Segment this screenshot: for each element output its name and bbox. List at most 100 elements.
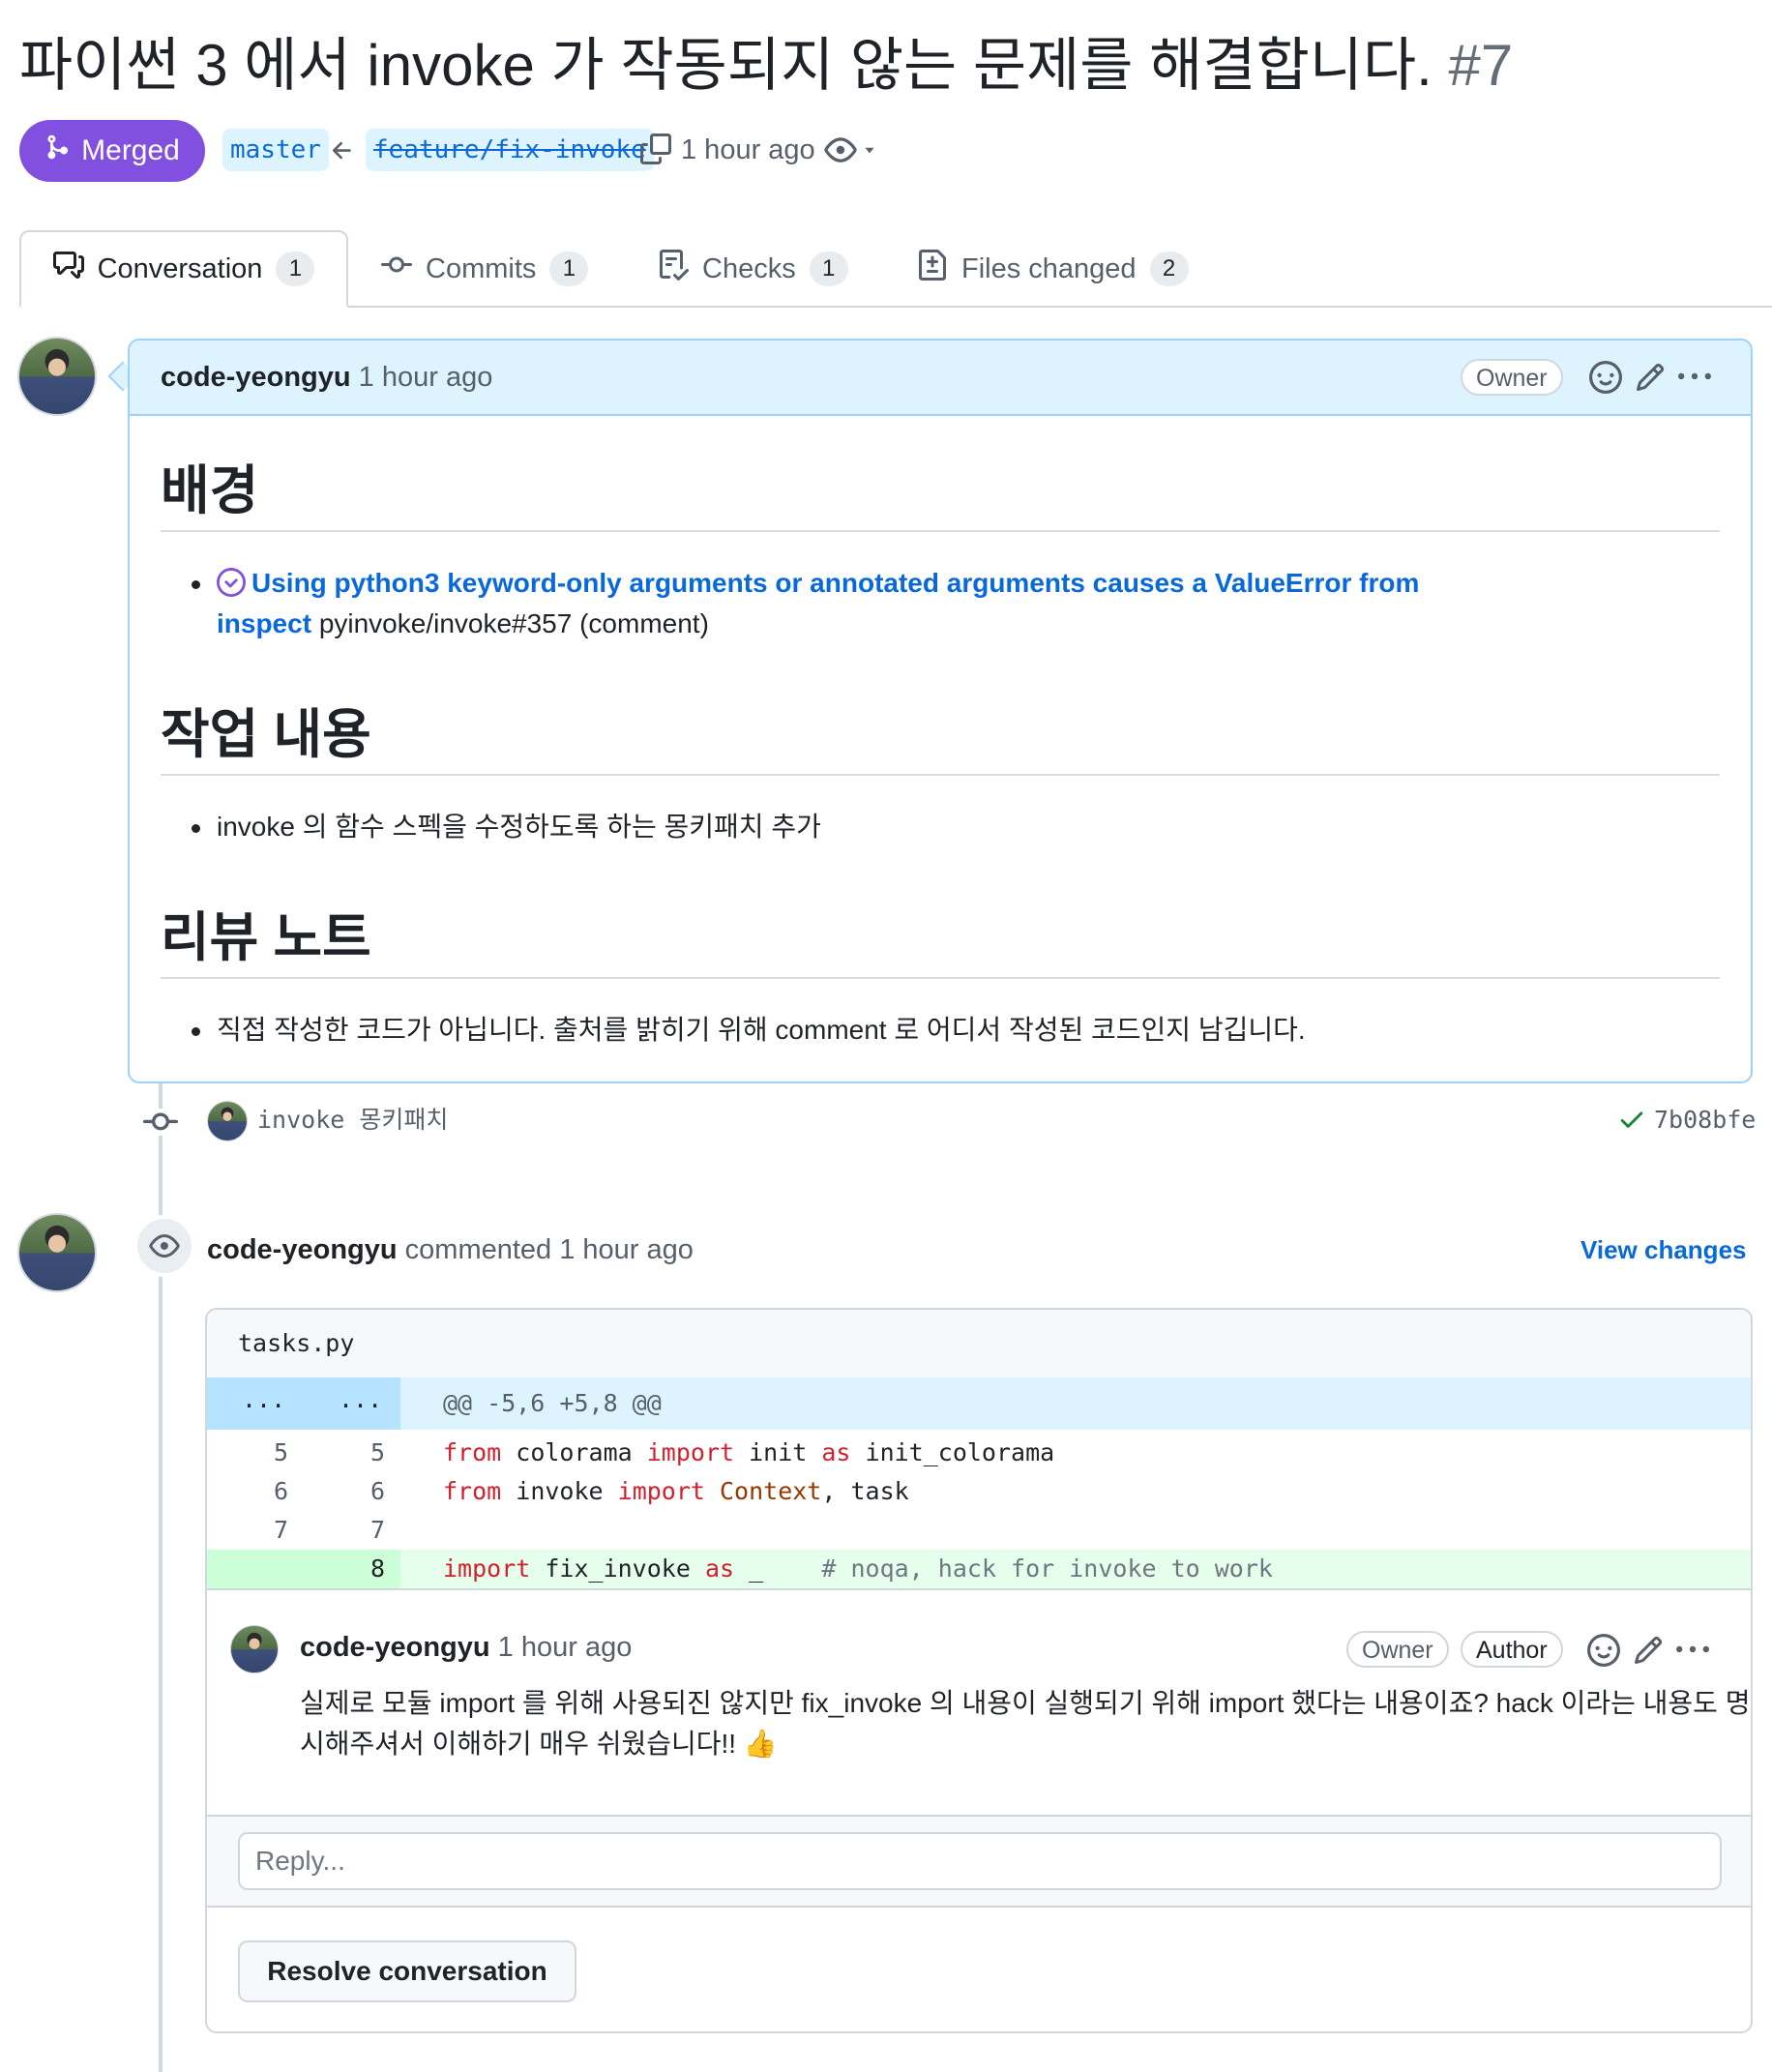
review-event-icon: [133, 1215, 195, 1277]
hunk-header: ... ... @@ -5,6 +5,8 @@: [207, 1377, 1751, 1430]
tab-files-changed-label: Files changed: [961, 252, 1137, 284]
code-token: invoke: [501, 1477, 618, 1505]
tab-commits-count: 1: [549, 252, 589, 286]
code-token: init_colorama: [850, 1438, 1055, 1466]
base-branch[interactable]: master: [222, 129, 329, 171]
code-text: import fix_invoke as _ # noqa, hack for …: [443, 1550, 1273, 1588]
code-text: from colorama import init as init_colora…: [443, 1434, 1054, 1472]
tab-files-changed[interactable]: Files changed 2: [917, 230, 1189, 308]
checklist-icon: [658, 250, 690, 288]
pencil-icon[interactable]: [1631, 358, 1669, 397]
resolve-conversation-button[interactable]: Resolve conversation: [238, 1940, 576, 2002]
comment-time[interactable]: 1 hour ago: [359, 362, 493, 393]
hunk-range: @@ -5,6 +5,8 @@: [443, 1389, 662, 1417]
line-number-new[interactable]: 7: [304, 1511, 385, 1550]
diff-line-added: 8 import fix_invoke as _ # noqa, hack fo…: [207, 1550, 1751, 1588]
code-token: as: [704, 1554, 735, 1583]
pr-number: #7: [1448, 33, 1514, 98]
pencil-icon[interactable]: [1629, 1631, 1668, 1670]
reply-time[interactable]: 1 hour ago: [498, 1632, 633, 1663]
issue-ref[interactable]: pyinvoke/invoke#357 (comment): [319, 608, 709, 638]
tab-conversation-count: 1: [276, 252, 315, 286]
comment-meta: code-yeongyu 1 hour ago: [161, 340, 492, 414]
divider: [207, 1906, 1751, 1908]
hunk-expand-old[interactable]: ...: [242, 1385, 285, 1413]
tab-commits-label: Commits: [426, 252, 537, 284]
heading-work: 작업 내용: [161, 704, 371, 764]
reply-body: 실제로 모듈 import 를 위해 사용되진 않지만 fix_invoke 의…: [300, 1683, 1750, 1764]
comment-header: code-yeongyu 1 hour ago Owner: [130, 340, 1751, 416]
issue-link[interactable]: Using python3 keyword-only arguments or …: [251, 568, 1419, 598]
commit-author-avatar[interactable]: [207, 1101, 248, 1141]
comment-author[interactable]: code-yeongyu: [161, 362, 351, 393]
code-token: import: [617, 1477, 705, 1505]
pr-description-comment: code-yeongyu 1 hour ago Owner 배경 Using p…: [128, 339, 1753, 1083]
bullet: [192, 580, 200, 589]
merged-status-badge: Merged: [19, 120, 205, 182]
issue-reference: Using python3 keyword-only arguments or …: [217, 563, 1697, 608]
review-note-item: 직접 작성한 코드가 아닙니다. 출처를 밝히기 위해 comment 로 어디…: [217, 1015, 1306, 1045]
line-number-new[interactable]: 6: [304, 1472, 385, 1511]
review-meta: code-yeongyu commented 1 hour ago: [207, 1230, 694, 1269]
tab-checks[interactable]: Checks 1: [658, 230, 848, 308]
reviewer-avatar[interactable]: [17, 1213, 97, 1292]
file-header: tasks.py: [207, 1310, 1751, 1379]
tab-commits[interactable]: Commits 1: [381, 230, 589, 308]
code-text: from invoke import Context, task: [443, 1472, 909, 1511]
divider: [161, 774, 1720, 776]
line-number-new[interactable]: 8: [304, 1550, 385, 1588]
commit-sha[interactable]: 7b08bfe: [1654, 1103, 1756, 1138]
reply-input[interactable]: Reply...: [238, 1832, 1722, 1890]
tab-conversation[interactable]: Conversation 1: [19, 230, 348, 308]
file-name[interactable]: tasks.py: [238, 1310, 354, 1377]
line-number-old[interactable]: 5: [207, 1434, 288, 1472]
pr-title: 파이썬 3 에서 invoke 가 작동되지 않는 문제를 해결합니다. #7: [19, 27, 1513, 104]
merge-icon: [44, 133, 72, 168]
commit-node-icon: [143, 1109, 178, 1136]
view-changes-link[interactable]: View changes: [1580, 1230, 1747, 1269]
divider: [161, 530, 1720, 532]
divider: [207, 1588, 1751, 1590]
issue-link-cont[interactable]: inspect: [217, 608, 311, 638]
kebab-horizontal-icon[interactable]: [1675, 358, 1714, 397]
tab-checks-label: Checks: [702, 252, 796, 284]
smiley-icon[interactable]: [1586, 358, 1625, 397]
file-diff-icon: [917, 250, 948, 288]
review-thread: tasks.py ... ... @@ -5,6 +5,8 @@ 5 5 fro…: [205, 1308, 1753, 2033]
code-token: from: [443, 1438, 502, 1466]
reply-avatar[interactable]: [230, 1625, 279, 1673]
code-token: colorama: [501, 1438, 647, 1466]
review-time[interactable]: 1 hour ago: [559, 1234, 694, 1265]
commit-message[interactable]: invoke 몽키패치: [257, 1103, 448, 1138]
issue-closed-icon: [217, 568, 246, 608]
review-action: commented: [404, 1234, 552, 1265]
reply-meta: code-yeongyu 1 hour ago: [300, 1625, 632, 1670]
comment-discussion-icon: [52, 250, 84, 288]
line-number-old[interactable]: 6: [207, 1472, 288, 1511]
avatar[interactable]: [17, 337, 97, 416]
copy-icon[interactable]: [640, 133, 671, 169]
diff-line: 7 7: [207, 1511, 1751, 1550]
bullet: [192, 1027, 200, 1036]
code-comment: # noqa, hack for invoke to work: [821, 1554, 1273, 1583]
smiley-icon[interactable]: [1584, 1631, 1623, 1670]
check-icon[interactable]: [1617, 1105, 1646, 1139]
watch-menu[interactable]: [824, 133, 878, 171]
code-token: fix_invoke: [530, 1554, 705, 1583]
code-token: as: [821, 1438, 851, 1466]
tab-checks-count: 1: [809, 252, 848, 286]
head-branch[interactable]: feature/fix-invoke: [366, 129, 654, 171]
line-number-old[interactable]: 7: [207, 1511, 288, 1550]
bullet: [192, 824, 200, 833]
pr-time: 1 hour ago: [681, 134, 815, 165]
line-number-new[interactable]: 5: [304, 1434, 385, 1472]
review-author[interactable]: code-yeongyu: [207, 1234, 398, 1265]
kebab-horizontal-icon[interactable]: [1673, 1631, 1712, 1670]
code-token: from: [443, 1477, 502, 1505]
code-token: import: [646, 1438, 735, 1466]
author-badge: Author: [1461, 1631, 1563, 1668]
hunk-expand-new[interactable]: ...: [339, 1385, 382, 1413]
chevron-down-icon: [861, 141, 878, 163]
code-token: , task: [821, 1477, 909, 1505]
reply-author[interactable]: code-yeongyu: [300, 1632, 490, 1663]
